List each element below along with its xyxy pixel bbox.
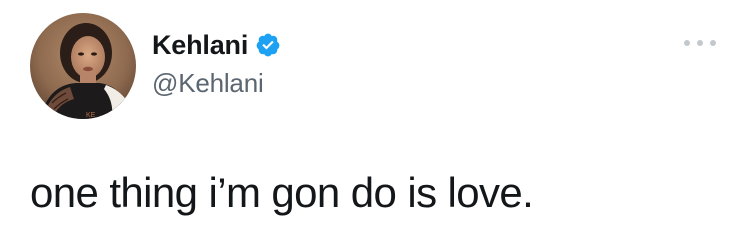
display-name[interactable]: Kehlani — [152, 30, 248, 61]
user-handle[interactable]: @Kehlani — [152, 68, 264, 99]
more-dot — [697, 40, 703, 46]
more-dot — [710, 40, 716, 46]
avatar[interactable]: HI KE — [30, 13, 136, 119]
more-horizontal-icon[interactable] — [684, 36, 716, 50]
verified-badge-icon — [255, 32, 281, 58]
tweet-text: one thing i’m gon do is love. — [30, 169, 534, 216]
svg-text:HI: HI — [38, 20, 46, 29]
svg-text:KE: KE — [86, 112, 96, 119]
avatar-image: HI KE — [30, 13, 136, 119]
author-name-row: Kehlani — [152, 28, 281, 62]
tweet-card: HI KE Kehlani @Kehlani one thing i’m gon… — [0, 0, 749, 249]
more-dot — [684, 40, 690, 46]
